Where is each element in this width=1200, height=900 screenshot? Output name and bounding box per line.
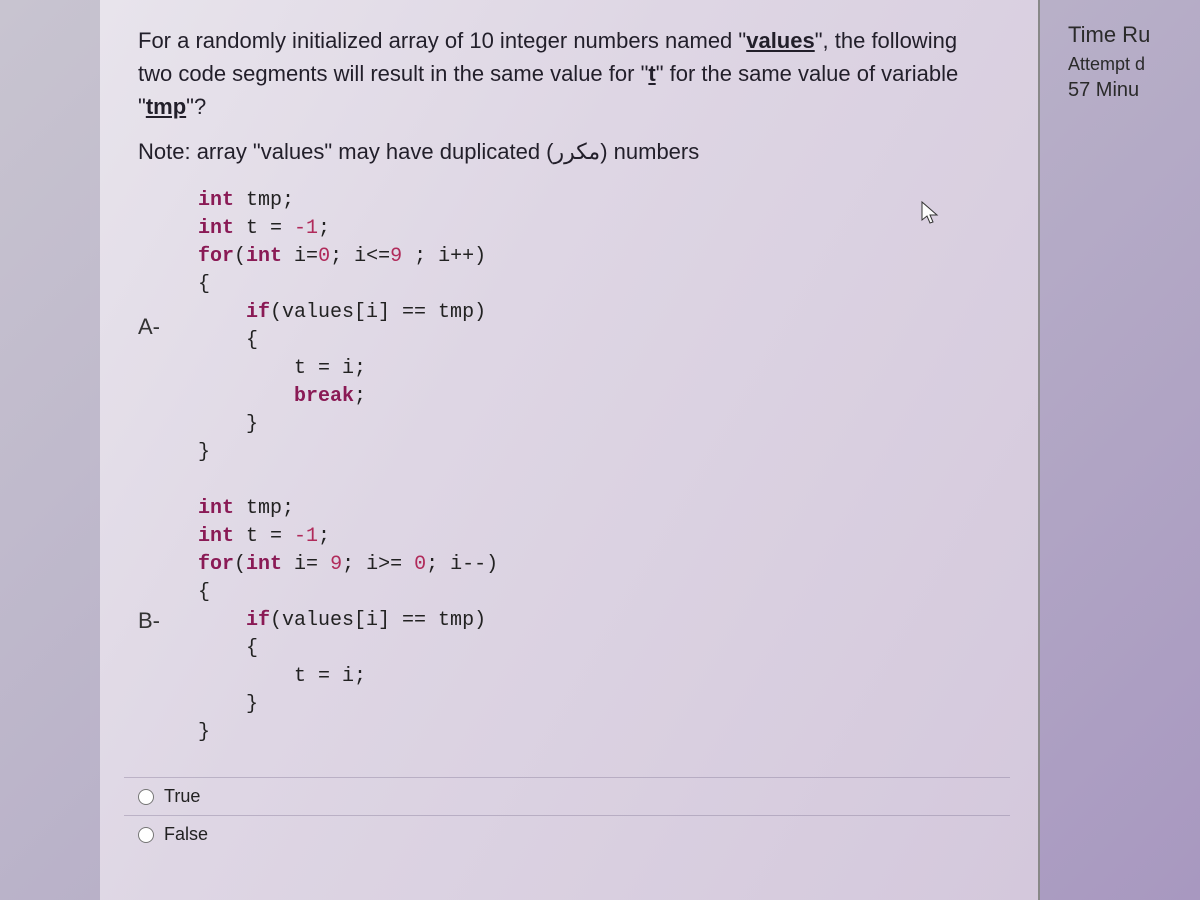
attempt-line: Attempt d	[1068, 54, 1200, 75]
q-t: t	[648, 61, 655, 86]
code-block-a-row: A- int tmp; int t = -1; for(int i=0; i<=…	[138, 187, 1010, 467]
radio-false[interactable]	[138, 827, 154, 843]
code-block-b: int tmp; int t = -1; for(int i= 9; i>= 0…	[198, 495, 498, 747]
label-a: A-	[138, 314, 198, 340]
question-text: For a randomly initialized array of 10 i…	[138, 24, 1010, 123]
time-remaining: 57 Minu	[1068, 79, 1200, 102]
q-tmp: tmp	[146, 94, 186, 119]
code-block-b-row: B- int tmp; int t = -1; for(int i= 9; i>…	[138, 495, 1010, 747]
q-line1-a: For a randomly initialized array of 10 i…	[138, 28, 746, 53]
code-block-a: int tmp; int t = -1; for(int i=0; i<=9 ;…	[198, 187, 486, 467]
question-panel: For a randomly initialized array of 10 i…	[100, 0, 1040, 900]
answer-true-row[interactable]: True	[124, 777, 1010, 815]
label-b: B-	[138, 608, 198, 634]
radio-true[interactable]	[138, 789, 154, 805]
q-values: values	[746, 28, 815, 53]
answer-options: True False	[124, 777, 1010, 853]
q-line2-c: " for the same value of variable	[656, 61, 959, 86]
q-line3-c: "?	[186, 94, 206, 119]
timer-panel: Time Ru Attempt d 57 Minu	[1060, 0, 1200, 102]
answer-false-row[interactable]: False	[124, 815, 1010, 853]
timer-title: Time Ru	[1068, 22, 1200, 48]
question-note: Note: array "values" may have duplicated…	[138, 139, 1010, 165]
q-line1-c: ", the following	[815, 28, 957, 53]
answer-false-label: False	[164, 824, 208, 845]
answer-true-label: True	[164, 786, 200, 807]
q-line2-a: two code segments will result in the sam…	[138, 61, 648, 86]
q-line3-a: "	[138, 94, 146, 119]
